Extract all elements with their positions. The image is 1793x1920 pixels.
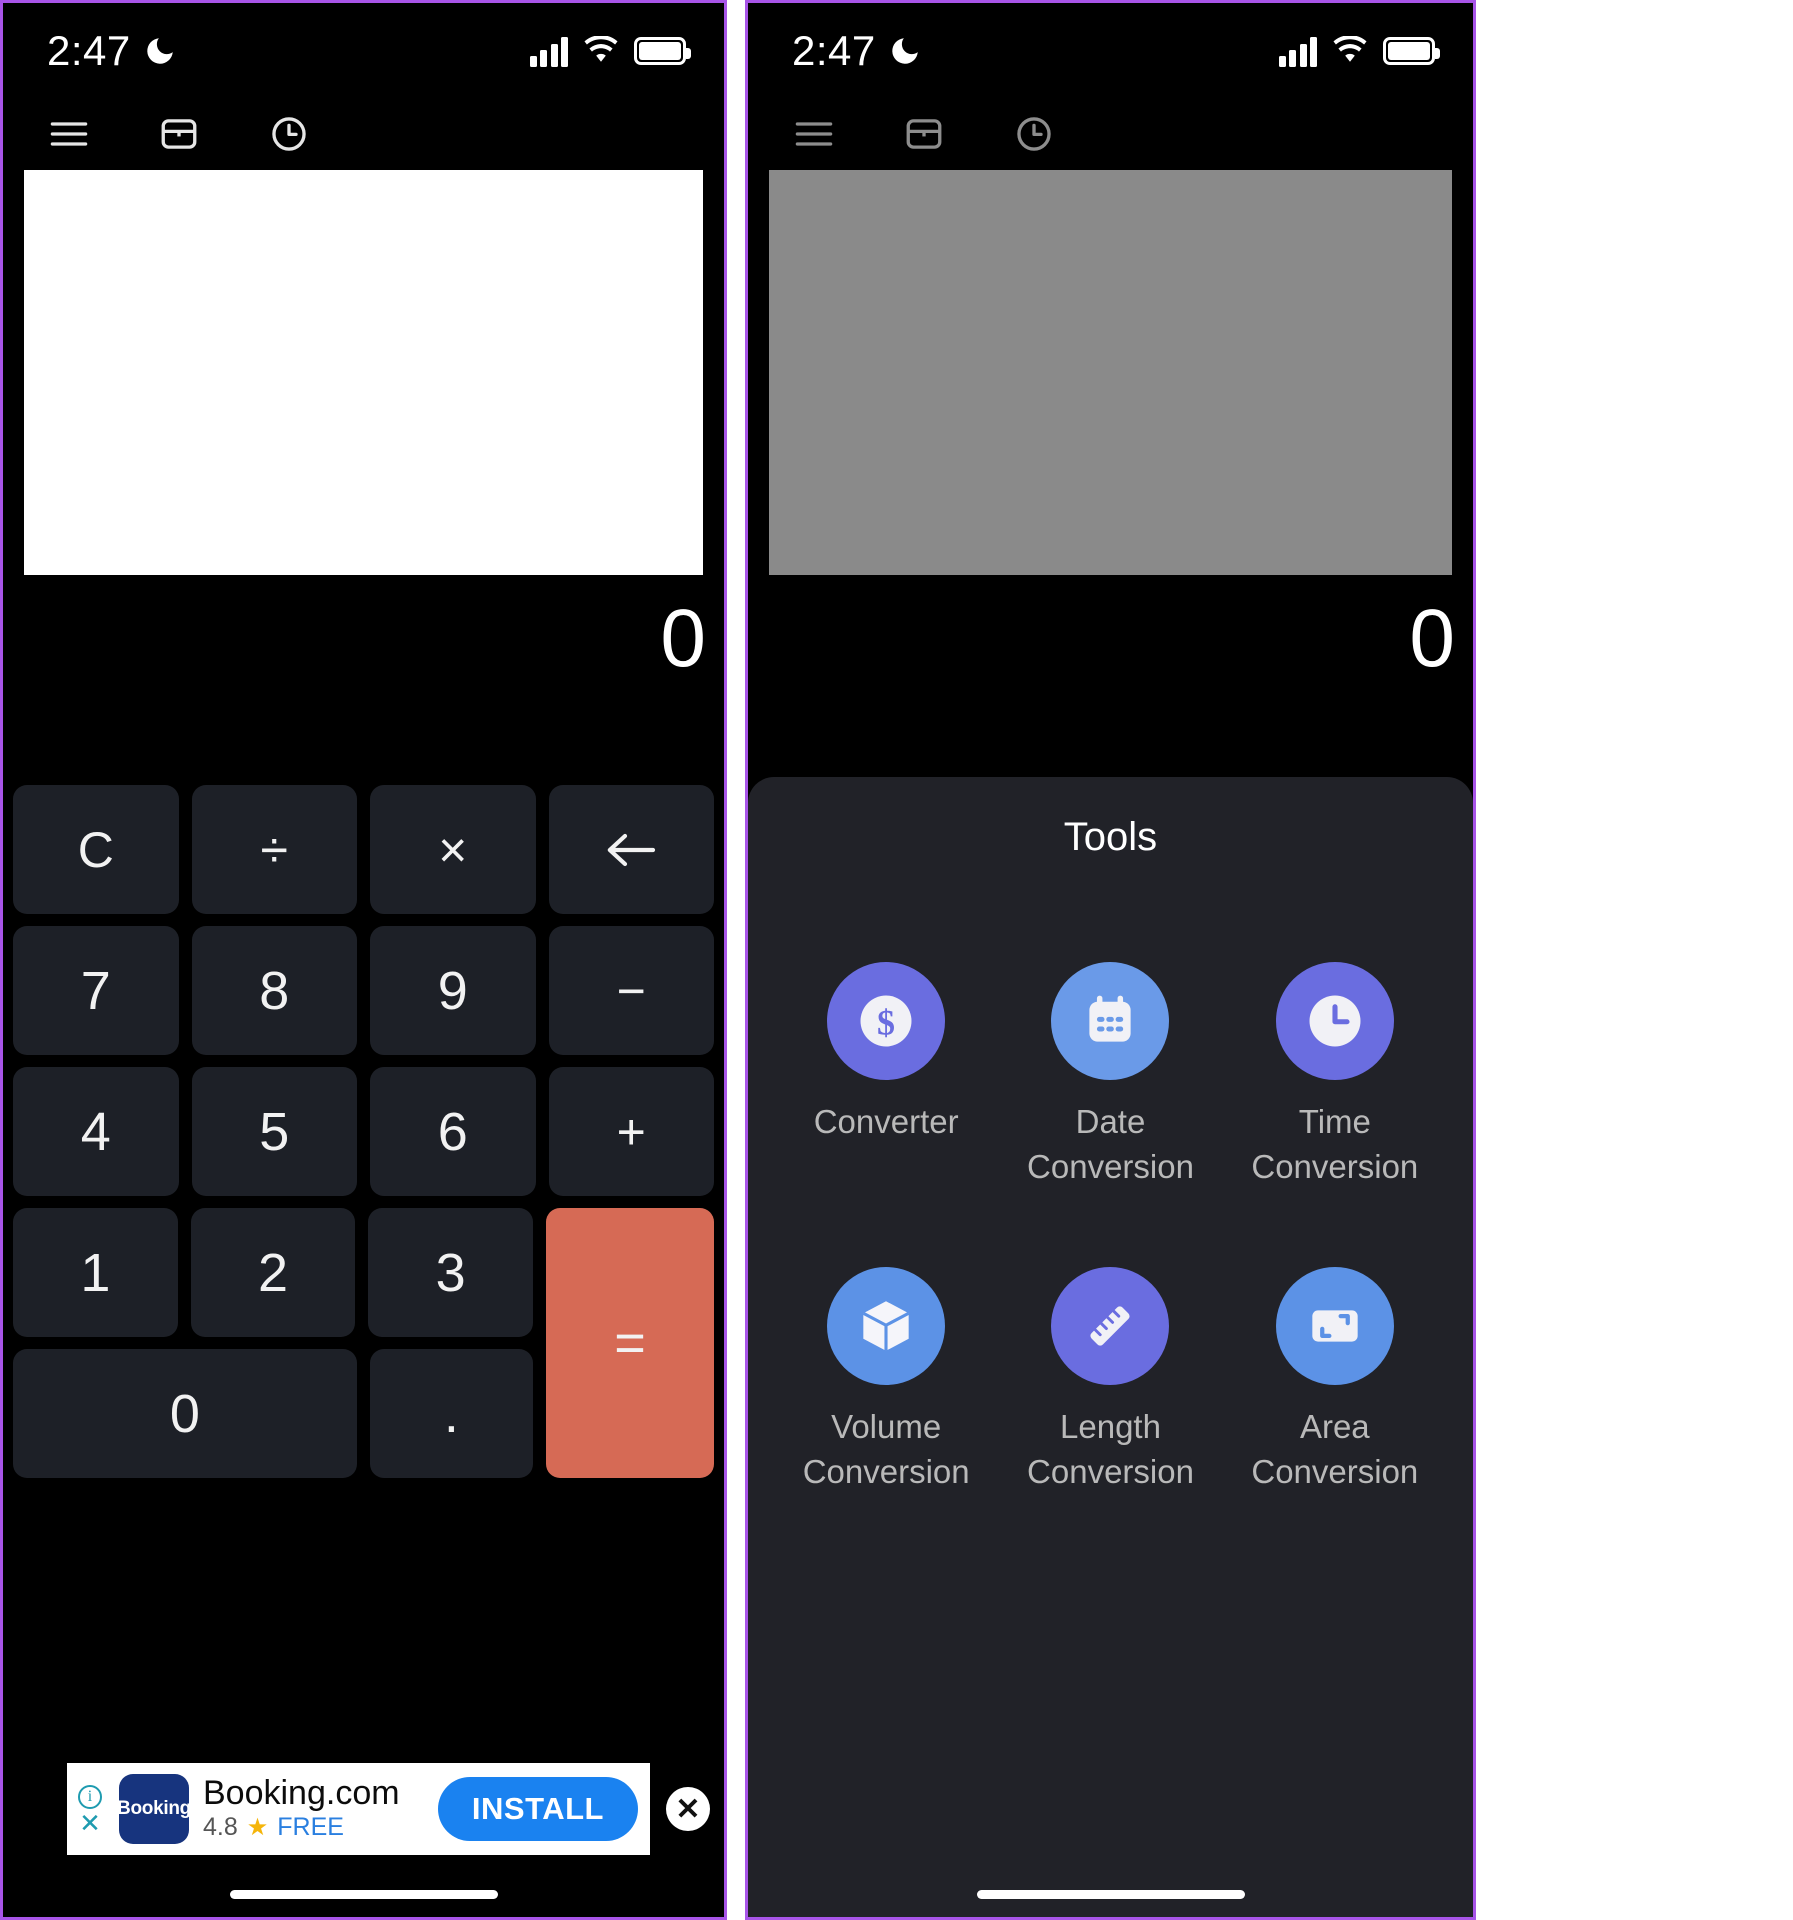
- keypad-row-3: 4 5 6 +: [13, 1067, 714, 1196]
- tool-converter-label: Converter: [814, 1100, 959, 1145]
- ad-title: Booking.com: [203, 1776, 424, 1812]
- star-icon: ★: [247, 1813, 269, 1842]
- hamburger-menu-glyph: [48, 119, 90, 149]
- status-bar-right-group: [530, 35, 687, 67]
- status-bar-left: 2:47: [3, 3, 724, 98]
- home-indicator: [977, 1890, 1245, 1899]
- home-indicator: [230, 1890, 498, 1899]
- calendar-icon: [1051, 962, 1169, 1080]
- battery-full-icon: [634, 37, 686, 65]
- clock-history-icon[interactable]: [265, 110, 313, 158]
- minus-key[interactable]: −: [549, 926, 715, 1055]
- card-window-glyph: [158, 113, 200, 155]
- ad-close-button[interactable]: ✕: [666, 1787, 710, 1831]
- keypad-row-2: 7 8 9 −: [13, 926, 714, 1055]
- digit-5-key[interactable]: 5: [192, 1067, 358, 1196]
- multiply-key[interactable]: ×: [370, 785, 536, 914]
- tool-date-conversion[interactable]: DateConversion: [998, 962, 1222, 1189]
- clock-history-glyph: [268, 113, 310, 155]
- area-expand-icon: [1276, 1267, 1394, 1385]
- digit-4-key[interactable]: 4: [13, 1067, 179, 1196]
- ruler-icon: [1051, 1267, 1169, 1385]
- digit-3-key[interactable]: 3: [368, 1208, 533, 1337]
- phone-screenshot-right: 2:47: [745, 0, 1476, 1920]
- keypad-bottom-block: 1 2 3 0 . =: [13, 1208, 714, 1478]
- digit-7-key[interactable]: 7: [13, 926, 179, 1055]
- two-phone-comparison: 2:47: [0, 0, 1793, 1920]
- tools-bottom-sheet: Tools $ Converter: [748, 777, 1473, 1917]
- tool-area-conversion[interactable]: AreaConversion: [1223, 1267, 1447, 1494]
- calendar-glyph: [1077, 988, 1143, 1054]
- tool-length-conversion[interactable]: LengthConversion: [998, 1267, 1222, 1494]
- digit-6-key[interactable]: 6: [370, 1067, 536, 1196]
- divide-key[interactable]: ÷: [192, 785, 358, 914]
- ruler-glyph: [1075, 1291, 1145, 1361]
- decimal-key[interactable]: .: [370, 1349, 533, 1478]
- dollar-circle-glyph: $: [850, 985, 922, 1057]
- cube-icon: [827, 1267, 945, 1385]
- area-expand-glyph: [1301, 1292, 1369, 1360]
- ad-app-icon: Booking: [119, 1774, 189, 1844]
- clock-icon: [1276, 962, 1394, 1080]
- keypad-row-5: 0 .: [13, 1349, 533, 1478]
- ad-info-icon[interactable]: i: [78, 1785, 102, 1809]
- backspace-arrow-icon: [605, 833, 657, 867]
- phone-screenshot-left: 2:47: [0, 0, 727, 1920]
- tool-area-conversion-label: AreaConversion: [1251, 1405, 1418, 1494]
- card-window-icon[interactable]: [155, 110, 203, 158]
- top-ad-placeholder-left[interactable]: [24, 170, 703, 575]
- digit-0-key[interactable]: 0: [13, 1349, 357, 1478]
- keypad-row-1: C ÷ ×: [13, 785, 714, 914]
- cube-glyph: [852, 1292, 920, 1360]
- ad-text-block: Booking.com 4.8 ★ FREE: [203, 1776, 424, 1843]
- clear-key[interactable]: C: [13, 785, 179, 914]
- ad-subtitle: 4.8 ★ FREE: [203, 1813, 424, 1842]
- plus-key[interactable]: +: [549, 1067, 715, 1196]
- status-bar-left-group: 2:47: [47, 27, 177, 75]
- clock-glyph: [1299, 985, 1371, 1057]
- tool-date-conversion-label: DateConversion: [1027, 1100, 1194, 1189]
- digit-2-key[interactable]: 2: [191, 1208, 356, 1337]
- tool-converter[interactable]: $ Converter: [774, 962, 998, 1189]
- tools-grid: $ Converter: [748, 962, 1473, 1494]
- digit-1-key[interactable]: 1: [13, 1208, 178, 1337]
- backspace-key[interactable]: [549, 785, 715, 914]
- tool-time-conversion[interactable]: TimeConversion: [1223, 962, 1447, 1189]
- keypad-row-4: 1 2 3: [13, 1208, 533, 1337]
- calculator-display-left: 0: [3, 575, 724, 703]
- hamburger-menu-icon[interactable]: [45, 110, 93, 158]
- ad-rating-value: 4.8: [203, 1813, 238, 1842]
- ad-install-button[interactable]: INSTALL: [438, 1777, 638, 1841]
- keypad-bottom-left-grid: 1 2 3 0 .: [13, 1208, 533, 1478]
- calculator-keypad-left: C ÷ × 7 8 9 − 4 5 6 +: [3, 785, 724, 1478]
- cellular-signal-icon: [530, 35, 569, 67]
- equals-key[interactable]: =: [546, 1208, 714, 1478]
- equals-column: =: [546, 1208, 714, 1478]
- digit-8-key[interactable]: 8: [192, 926, 358, 1055]
- bottom-ad-banner-wrapper: i ✕ Booking Booking.com 4.8 ★ FREE INSTA…: [3, 1763, 724, 1855]
- tool-time-conversion-label: TimeConversion: [1251, 1100, 1418, 1189]
- wifi-icon: [583, 36, 619, 66]
- tools-sheet-title: Tools: [748, 815, 1473, 860]
- display-value: 0: [660, 598, 706, 680]
- svg-text:$: $: [877, 1003, 895, 1043]
- ad-badge-column: i ✕: [75, 1785, 105, 1834]
- moon-icon: [143, 34, 177, 68]
- tool-volume-conversion-label: VolumeConversion: [803, 1405, 970, 1494]
- dollar-circle-icon: $: [827, 962, 945, 1080]
- digit-9-key[interactable]: 9: [370, 926, 536, 1055]
- app-toolbar-left: [3, 98, 724, 170]
- bottom-ad-banner[interactable]: i ✕ Booking Booking.com 4.8 ★ FREE INSTA…: [67, 1763, 650, 1855]
- tool-volume-conversion[interactable]: VolumeConversion: [774, 1267, 998, 1494]
- ad-price-label: FREE: [277, 1813, 344, 1842]
- status-time: 2:47: [47, 27, 131, 75]
- display-spacer: [3, 703, 724, 785]
- tool-length-conversion-label: LengthConversion: [1027, 1405, 1194, 1494]
- ad-dismiss-icon[interactable]: ✕: [79, 1813, 101, 1834]
